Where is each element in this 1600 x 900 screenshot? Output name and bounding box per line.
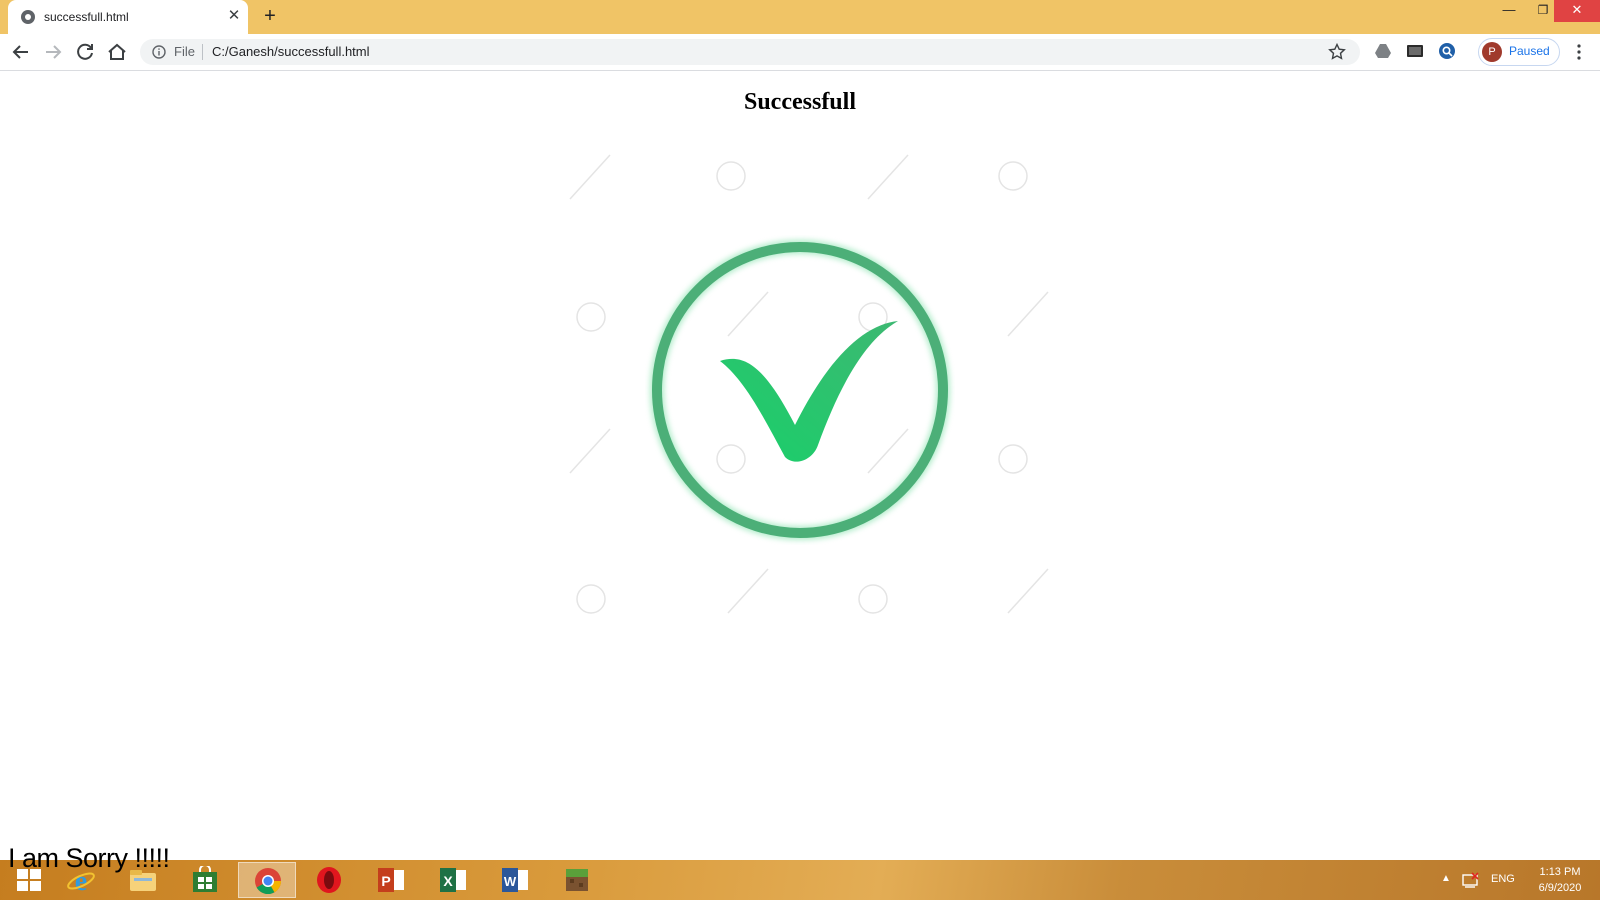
profile-button[interactable]: P Paused xyxy=(1478,38,1560,66)
tab-title: successfull.html xyxy=(44,10,129,24)
new-tab-button[interactable]: + xyxy=(258,5,282,29)
taskbar-store[interactable] xyxy=(176,862,234,898)
chrome-icon xyxy=(255,868,282,895)
taskbar-excel[interactable]: X xyxy=(424,862,482,898)
word-icon: W xyxy=(502,868,528,892)
excel-icon: X xyxy=(440,868,466,892)
screenshot-extension-icon[interactable] xyxy=(1406,42,1424,60)
scheme-label: File xyxy=(174,44,195,59)
clock-time: 1:13 PM xyxy=(1539,866,1581,878)
opera-icon xyxy=(317,867,341,893)
tab-close-icon[interactable]: ✕ xyxy=(224,6,244,26)
page-content: Successfull xyxy=(0,71,1600,859)
overlay-caption: I am Sorry !!!!! xyxy=(8,843,170,873)
network-icon[interactable] xyxy=(1461,871,1479,889)
home-icon xyxy=(108,43,126,60)
avatar: P xyxy=(1482,42,1502,62)
address-bar[interactable]: File C:/Ganesh/successfull.html xyxy=(140,39,1360,65)
svg-text:P: P xyxy=(381,873,390,889)
globe-icon xyxy=(21,10,35,24)
search-extension-icon[interactable] xyxy=(1438,42,1456,60)
home-button[interactable] xyxy=(104,39,130,65)
url-text[interactable]: C:/Ganesh/successfull.html xyxy=(212,44,370,59)
kebab-menu-icon[interactable] xyxy=(1570,42,1588,62)
browser-tab[interactable]: successfull.html ✕ xyxy=(8,0,248,34)
taskbar-minecraft[interactable] xyxy=(548,862,606,898)
bookmark-star-icon[interactable] xyxy=(1327,42,1347,62)
browser-toolbar: File C:/Ganesh/successfull.html P Paused xyxy=(0,34,1600,71)
title-bar: successfull.html ✕ + — ❐ ✕ xyxy=(0,0,1600,34)
arrow-right-icon xyxy=(46,45,62,59)
omnibox-divider xyxy=(202,44,203,60)
page-heading: Successfull xyxy=(743,89,856,115)
windows-taskbar: e P X W ▲ ENG 1:13 PM 6/9/2020 xyxy=(0,860,1600,900)
minecraft-icon xyxy=(566,869,588,891)
taskbar-powerpoint[interactable]: P xyxy=(362,862,420,898)
back-button[interactable] xyxy=(8,39,34,65)
reload-button[interactable] xyxy=(72,39,98,65)
taskbar-word[interactable]: W xyxy=(486,862,544,898)
clock-date: 6/9/2020 xyxy=(1538,882,1582,894)
powerpoint-icon: P xyxy=(378,868,404,892)
taskbar-opera[interactable] xyxy=(300,862,358,898)
store-icon xyxy=(193,866,217,892)
reload-icon xyxy=(77,43,93,60)
system-clock[interactable]: 1:13 PM 6/9/2020 xyxy=(1530,864,1590,896)
svg-text:X: X xyxy=(443,873,453,889)
info-icon[interactable] xyxy=(152,45,166,59)
tray-expand-icon[interactable]: ▲ xyxy=(1441,873,1451,884)
close-window-button[interactable]: ✕ xyxy=(1554,0,1600,22)
language-indicator[interactable]: ENG xyxy=(1491,873,1515,885)
taskbar-chrome[interactable] xyxy=(238,862,296,898)
drive-extension-icon[interactable] xyxy=(1374,42,1392,60)
profile-status: Paused xyxy=(1509,44,1550,58)
arrow-left-icon xyxy=(12,45,28,59)
svg-text:W: W xyxy=(504,874,517,889)
success-checkmark-icon xyxy=(650,240,950,540)
forward-button[interactable] xyxy=(40,39,66,65)
